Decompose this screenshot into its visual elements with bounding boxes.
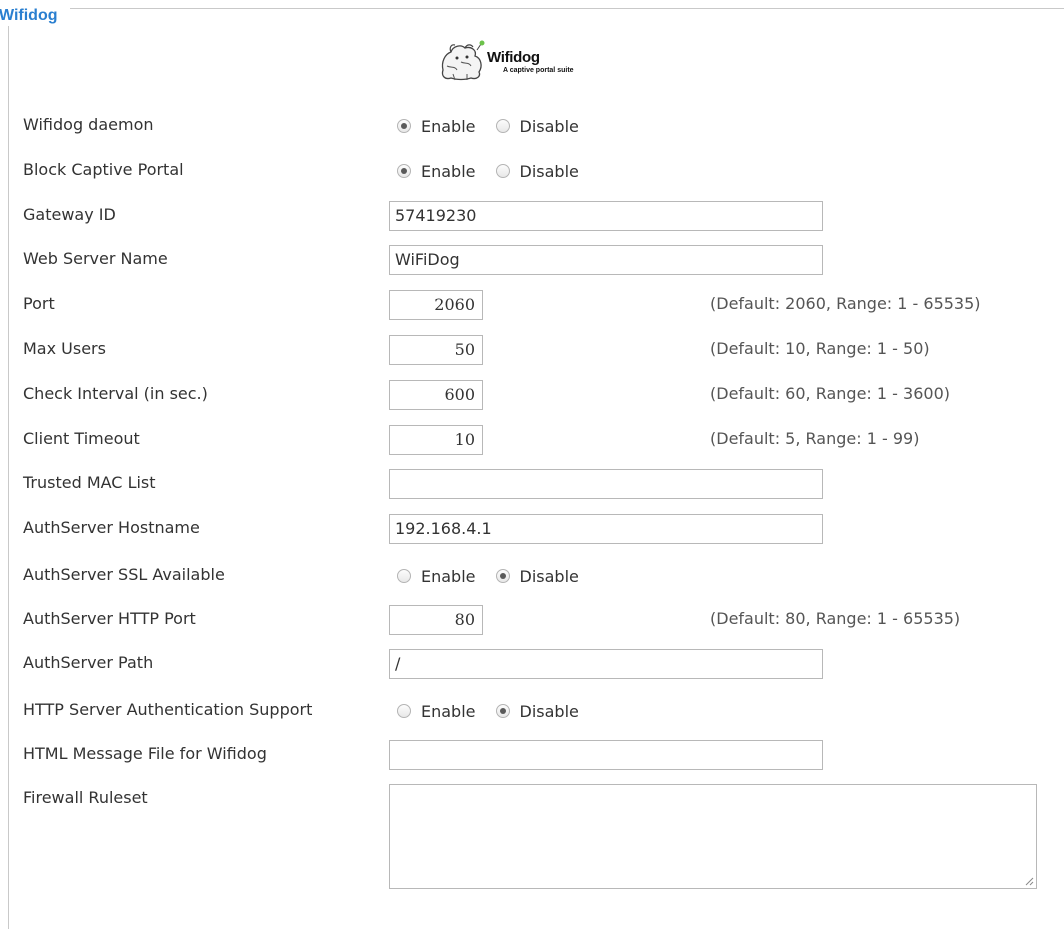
max-users-hint: (Default: 10, Range: 1 - 50) (710, 339, 930, 358)
row-authserver-ssl: AuthServer SSL Available Enable Disable (0, 561, 1064, 591)
row-gateway-id: Gateway ID 57419230 (0, 201, 1064, 231)
row-html-message-file: HTML Message File for Wifidog (0, 740, 1064, 770)
html-message-file-label: HTML Message File for Wifidog (23, 744, 267, 763)
authserver-http-port-label: AuthServer HTTP Port (23, 609, 196, 628)
wifidog-daemon-radio-group: Enable Disable (397, 113, 599, 139)
authserver-ssl-disable-radio[interactable] (495, 569, 510, 583)
http-server-auth-radio-group: Enable Disable (397, 698, 599, 724)
authserver-http-port-hint: (Default: 80, Range: 1 - 65535) (710, 609, 961, 628)
authserver-path-label: AuthServer Path (23, 653, 154, 672)
resize-grip-icon[interactable] (1024, 876, 1034, 886)
block-captive-portal-enable-radio[interactable] (397, 164, 411, 178)
check-interval-hint: (Default: 60, Range: 1 - 3600) (710, 384, 950, 403)
firewall-ruleset-label: Firewall Ruleset (23, 788, 148, 807)
authserver-path-input[interactable]: / (389, 649, 823, 679)
authserver-http-port-input[interactable]: 80 (389, 605, 483, 635)
check-interval-input[interactable]: 600 (389, 380, 483, 410)
authserver-ssl-label: AuthServer SSL Available (23, 565, 225, 584)
dog-logo-icon (441, 40, 485, 81)
wifidog-logo: Wifidog A captive portal suite (437, 40, 637, 86)
gateway-id-input[interactable]: 57419230 (389, 201, 823, 231)
check-interval-label: Check Interval (in sec.) (23, 384, 208, 403)
wifidog-daemon-label: Wifidog daemon (23, 115, 154, 134)
logo-title: Wifidog (487, 49, 540, 66)
http-server-auth-disable-label[interactable]: Disable (520, 702, 579, 721)
row-authserver-hostname: AuthServer Hostname 192.168.4.1 (0, 514, 1064, 544)
client-timeout-hint: (Default: 5, Range: 1 - 99) (710, 429, 920, 448)
port-label: Port (23, 294, 55, 313)
max-users-input[interactable]: 50 (389, 335, 483, 365)
authserver-ssl-radio-group: Enable Disable (397, 563, 599, 589)
http-server-auth-enable-radio[interactable] (397, 704, 411, 718)
block-captive-portal-label: Block Captive Portal (23, 160, 184, 179)
client-timeout-input[interactable]: 10 (389, 425, 483, 455)
row-trusted-mac-list: Trusted MAC List (0, 469, 1064, 499)
client-timeout-label: Client Timeout (23, 429, 140, 448)
row-authserver-path: AuthServer Path / (0, 649, 1064, 679)
authserver-hostname-input[interactable]: 192.168.4.1 (389, 514, 823, 544)
max-users-label: Max Users (23, 339, 106, 358)
row-wifidog-daemon: Wifidog daemon Enable Disable (0, 111, 1064, 141)
authserver-hostname-label: AuthServer Hostname (23, 518, 200, 537)
http-server-auth-enable-label[interactable]: Enable (421, 702, 476, 721)
http-server-auth-label: HTTP Server Authentication Support (23, 700, 313, 719)
row-http-server-auth: HTTP Server Authentication Support Enabl… (0, 696, 1064, 726)
port-hint: (Default: 2060, Range: 1 - 65535) (710, 294, 981, 313)
html-message-file-input[interactable] (389, 740, 823, 770)
row-authserver-http-port: AuthServer HTTP Port 80 (Default: 80, Ra… (0, 605, 1064, 635)
row-max-users: Max Users 50 (Default: 10, Range: 1 - 50… (0, 335, 1064, 365)
block-captive-portal-radio-group: Enable Disable (397, 158, 599, 184)
row-client-timeout: Client Timeout 10 (Default: 5, Range: 1 … (0, 425, 1064, 455)
row-check-interval: Check Interval (in sec.) 600 (Default: 6… (0, 380, 1064, 410)
wifidog-daemon-disable-radio[interactable] (495, 119, 510, 133)
wifidog-daemon-disable-label[interactable]: Disable (520, 117, 579, 136)
block-captive-portal-disable-label[interactable]: Disable (520, 162, 579, 181)
row-port: Port 2060 (Default: 2060, Range: 1 - 655… (0, 290, 1064, 320)
row-block-captive-portal: Block Captive Portal Enable Disable (0, 156, 1064, 186)
wifidog-daemon-enable-radio[interactable] (397, 119, 411, 133)
logo-subtitle: A captive portal suite (503, 67, 574, 74)
firewall-ruleset-textarea[interactable] (389, 784, 1037, 889)
gateway-id-label: Gateway ID (23, 205, 116, 224)
authserver-ssl-enable-label[interactable]: Enable (421, 567, 476, 586)
block-captive-portal-enable-label[interactable]: Enable (421, 162, 476, 181)
port-input[interactable]: 2060 (389, 290, 483, 320)
authserver-ssl-enable-radio[interactable] (397, 569, 411, 583)
trusted-mac-list-input[interactable] (389, 469, 823, 499)
row-web-server-name: Web Server Name WiFiDog (0, 245, 1064, 275)
row-firewall-ruleset: Firewall Ruleset (0, 784, 1064, 890)
fieldset-legend: Wifidog (0, 6, 70, 26)
web-server-name-input[interactable]: WiFiDog (389, 245, 823, 275)
trusted-mac-list-label: Trusted MAC List (23, 473, 156, 492)
authserver-ssl-disable-label[interactable]: Disable (520, 567, 579, 586)
wifidog-daemon-enable-label[interactable]: Enable (421, 117, 476, 136)
block-captive-portal-disable-radio[interactable] (495, 164, 510, 178)
http-server-auth-disable-radio[interactable] (495, 704, 510, 718)
web-server-name-label: Web Server Name (23, 249, 168, 268)
